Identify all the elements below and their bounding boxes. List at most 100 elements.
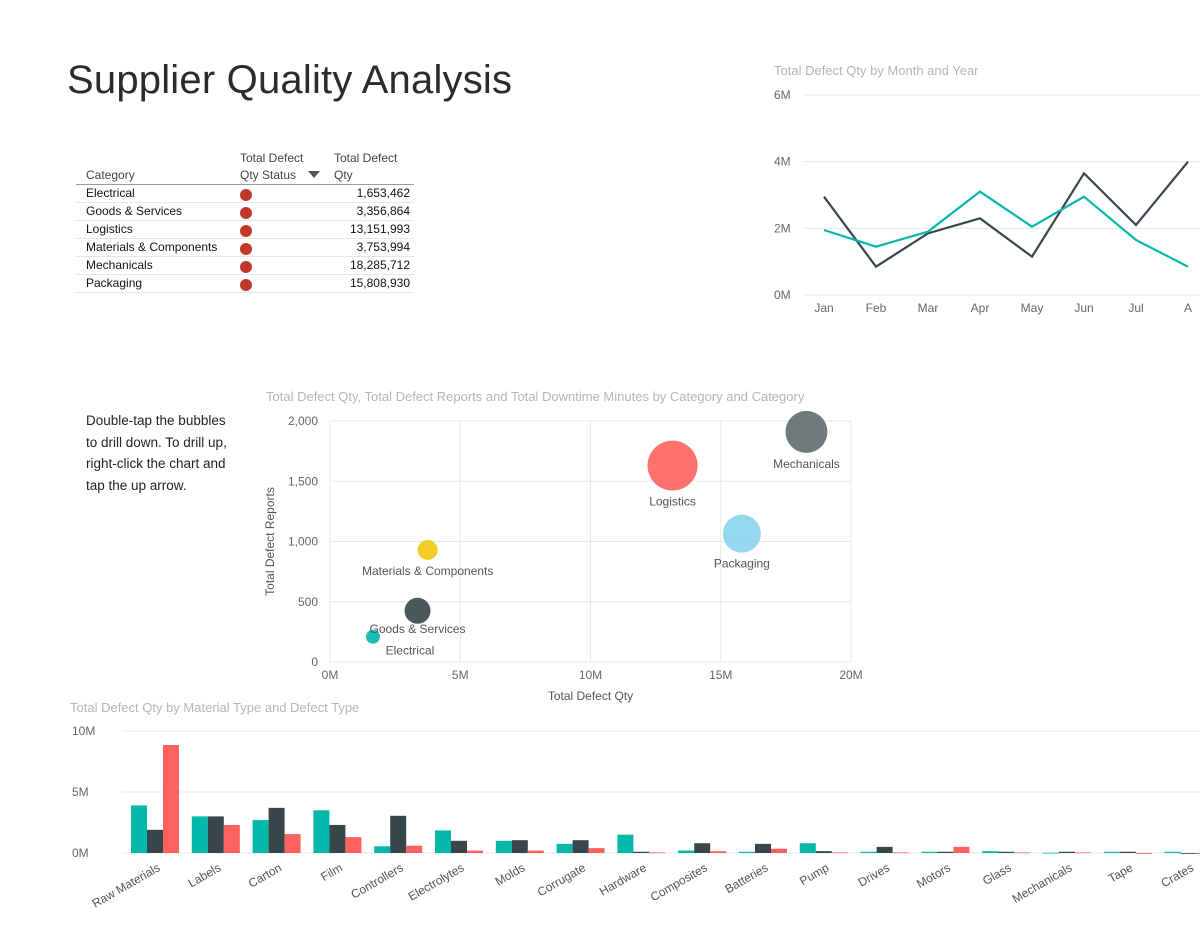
category-cell: Materials & Components [76,238,230,257]
status-cell [230,184,324,203]
status-cell [230,202,324,221]
bar[interactable] [252,820,269,853]
chart-title: Total Defect Qty by Material Type and De… [70,700,359,715]
bar[interactable] [556,843,573,853]
bar[interactable] [694,843,711,853]
bar[interactable] [527,850,544,853]
qty-cell: 3,356,864 [324,202,414,221]
bar[interactable] [374,846,391,853]
bar[interactable] [511,840,528,853]
bar[interactable] [937,851,954,853]
x-tick-label: Controllers [348,860,405,901]
bar[interactable] [739,851,755,853]
x-tick-label: Corrugate [535,860,588,899]
bar[interactable] [435,830,451,853]
bar[interactable] [207,816,224,853]
bar[interactable] [313,810,330,853]
bar[interactable] [1014,852,1031,854]
x-tick-label: 10M [579,668,602,682]
x-tick-label: A [1184,301,1192,315]
bubble-materials-components[interactable] [417,539,438,560]
x-tick-label: Electrolytes [406,860,467,903]
column-header-qty[interactable]: Total Defect Qty [324,148,414,185]
bar[interactable] [982,851,999,853]
x-tick-label: Film [318,860,345,883]
bar[interactable] [649,852,666,854]
x-tick-label: 20M [839,668,862,682]
status-indicator-icon [240,188,252,201]
bar[interactable] [998,851,1015,853]
bar[interactable] [617,834,634,853]
bar[interactable] [921,851,938,853]
bubble-packaging[interactable] [722,514,761,553]
column-header-category[interactable]: Category [76,148,230,185]
bar[interactable] [1164,851,1181,853]
bar[interactable] [799,843,816,853]
table-body: Electrical 1,653,462 Goods & Services 3,356… [76,184,414,293]
bar[interactable] [588,848,605,853]
status-cell [230,238,324,257]
bar[interactable] [1119,851,1136,853]
table-row[interactable]: Packaging 15,808,930 [76,274,414,293]
bar[interactable] [1180,853,1197,854]
bar[interactable] [147,829,163,853]
column-header-category-label: Category [86,168,135,182]
x-tick-label: Apr [971,301,990,315]
bar-chart[interactable]: Total Defect Qty by Material Type and De… [60,695,1200,927]
bar[interactable] [223,824,240,853]
x-tick-label: Glass [980,860,1014,887]
bar[interactable] [953,846,970,853]
table-row[interactable]: Electrical 1,653,462 [76,184,414,203]
bar[interactable] [892,852,909,854]
bubble-goods-services[interactable] [404,597,431,624]
bar[interactable] [329,824,346,853]
category-status-table: Category Total Defect Qty Status Total D… [76,148,414,293]
x-tick-label: Feb [866,301,887,315]
bar[interactable] [131,805,147,853]
table-row[interactable]: Goods & Services 3,356,864 [76,202,414,221]
bar[interactable] [451,840,467,853]
bar[interactable] [1075,852,1091,854]
category-cell: Electrical [76,184,230,203]
bubble-logistics[interactable] [647,440,698,491]
chart-title: Total Defect Qty by Month and Year [774,63,979,78]
qty-cell: 18,285,712 [324,256,414,275]
bar[interactable] [345,837,362,853]
bar[interactable] [771,848,787,853]
sort-descending-icon[interactable] [308,171,320,178]
bar[interactable] [876,846,893,853]
table-row[interactable]: Mechanicals 18,285,712 [76,256,414,275]
table-row[interactable]: Logistics 13,151,993 [76,220,414,239]
bar[interactable] [406,845,423,853]
bar[interactable] [860,851,877,853]
bar[interactable] [831,852,848,854]
table-row[interactable]: Materials & Components 3,753,994 [76,238,414,257]
bubble-mechanicals[interactable] [785,410,828,453]
x-tick-label: Drives [856,860,892,889]
bar[interactable] [1135,853,1152,854]
bar[interactable] [1059,851,1075,853]
bar[interactable] [1196,853,1200,854]
y-tick-label: 4M [774,155,791,169]
bar[interactable] [755,843,771,853]
bar[interactable] [163,745,179,853]
column-header-status[interactable]: Total Defect Qty Status [230,148,324,185]
bar[interactable] [284,834,301,853]
status-indicator-icon [240,278,252,291]
bar[interactable] [495,840,512,853]
bar[interactable] [390,815,407,853]
bar[interactable] [815,851,832,853]
bar[interactable] [572,840,589,853]
bar[interactable] [678,850,695,853]
category-cell: Goods & Services [76,202,230,221]
x-tick-label: Jul [1128,301,1143,315]
bar[interactable] [1043,852,1059,854]
bar[interactable] [633,851,650,853]
bar[interactable] [710,851,727,853]
bar[interactable] [467,850,483,853]
line-chart[interactable]: Total Defect Qty by Month and Year 0M 2M 4M… [760,55,1200,325]
bar[interactable] [191,816,208,853]
bubble-chart[interactable]: Total Defect Qty, Total Defect Reports a… [255,383,875,708]
bar[interactable] [1103,851,1120,853]
bar[interactable] [268,807,285,853]
